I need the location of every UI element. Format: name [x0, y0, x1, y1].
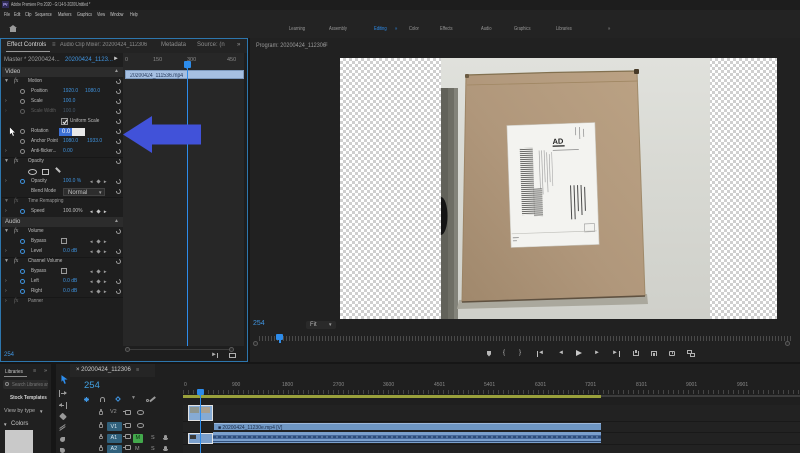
svg-text:AD: AD	[552, 137, 564, 146]
